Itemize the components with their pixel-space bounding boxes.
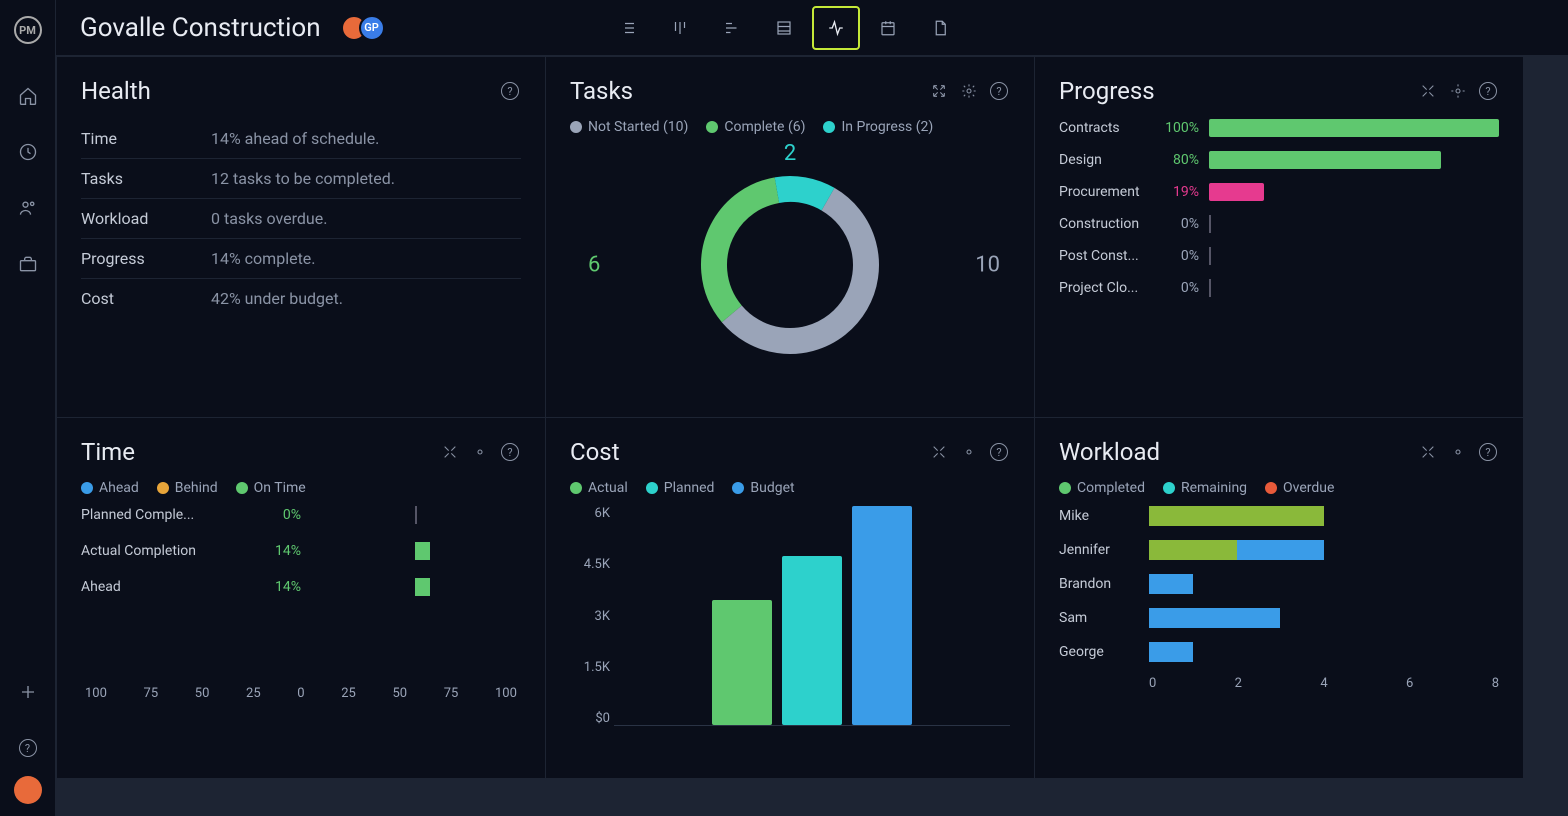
expand-button[interactable] bbox=[928, 441, 950, 463]
expand-button[interactable] bbox=[928, 80, 950, 102]
progress-row: Project Clo...0% bbox=[1059, 279, 1499, 297]
help-button[interactable]: ? bbox=[1477, 441, 1499, 463]
legend-item: Not Started (10) bbox=[570, 119, 688, 135]
panel-tasks: Tasks ? Not Started (10) Complete (6) In P… bbox=[546, 57, 1034, 417]
help-button[interactable]: ? bbox=[988, 441, 1010, 463]
progress-row: Post Const...0% bbox=[1059, 247, 1499, 265]
progress-row: Construction0% bbox=[1059, 215, 1499, 233]
workload-row: Sam bbox=[1059, 608, 1499, 628]
progress-row: Contracts100% bbox=[1059, 119, 1499, 137]
cost-bar-actual bbox=[712, 600, 772, 725]
settings-button[interactable] bbox=[958, 441, 980, 463]
app-logo[interactable]: PM bbox=[14, 16, 42, 44]
legend-item: Ahead bbox=[81, 480, 139, 496]
legend-item: Budget bbox=[732, 480, 794, 496]
tab-board[interactable] bbox=[656, 6, 704, 50]
tab-sheet[interactable] bbox=[760, 6, 808, 50]
health-row: Time14% ahead of schedule. bbox=[81, 119, 521, 159]
health-row: Progress14% complete. bbox=[81, 239, 521, 279]
panel-cost: Cost ? Actual Planned Budget 6K4.5K3K1.5K$… bbox=[546, 418, 1034, 778]
expand-button[interactable] bbox=[1417, 80, 1439, 102]
cost-bar-chart: 6K4.5K3K1.5K$0 bbox=[570, 506, 1010, 766]
legend-item: Complete (6) bbox=[706, 119, 805, 135]
project-title: Govalle Construction bbox=[80, 13, 321, 43]
home-icon[interactable] bbox=[8, 76, 48, 116]
help-button[interactable]: ? bbox=[1477, 80, 1499, 102]
workload-row: Mike bbox=[1059, 506, 1499, 526]
team-icon[interactable] bbox=[8, 188, 48, 228]
expand-button[interactable] bbox=[439, 441, 461, 463]
panel-title-time: Time bbox=[81, 438, 135, 466]
tab-calendar[interactable] bbox=[864, 6, 912, 50]
panel-title-cost: Cost bbox=[570, 438, 620, 466]
legend-item: In Progress (2) bbox=[823, 119, 933, 135]
legend-item: Completed bbox=[1059, 480, 1145, 496]
help-button[interactable]: ? bbox=[499, 80, 521, 102]
workload-row: Jennifer bbox=[1059, 540, 1499, 560]
panel-title-progress: Progress bbox=[1059, 77, 1155, 105]
progress-row: Procurement19% bbox=[1059, 183, 1499, 201]
settings-button[interactable] bbox=[469, 441, 491, 463]
user-avatar[interactable] bbox=[14, 776, 42, 804]
member-avatars[interactable]: GP bbox=[341, 15, 385, 41]
legend-item: Remaining bbox=[1163, 480, 1247, 496]
briefcase-icon[interactable] bbox=[8, 244, 48, 284]
settings-button[interactable] bbox=[1447, 441, 1469, 463]
expand-button[interactable] bbox=[1417, 441, 1439, 463]
panel-title-health: Health bbox=[81, 77, 151, 105]
workload-row: George bbox=[1059, 642, 1499, 662]
help-icon[interactable]: ? bbox=[8, 728, 48, 768]
cost-bar-planned bbox=[782, 556, 842, 725]
legend-item: Actual bbox=[570, 480, 628, 496]
clock-icon[interactable] bbox=[8, 132, 48, 172]
progress-row: Design80% bbox=[1059, 151, 1499, 169]
legend-item: On Time bbox=[236, 480, 306, 496]
help-button[interactable]: ? bbox=[499, 441, 521, 463]
tab-activity[interactable] bbox=[812, 6, 860, 50]
settings-button[interactable] bbox=[958, 80, 980, 102]
tasks-donut-chart: 2 10 6 bbox=[570, 145, 1010, 385]
panel-health: Health ? Time14% ahead of schedule.Tasks… bbox=[57, 57, 545, 417]
tab-list[interactable] bbox=[604, 6, 652, 50]
time-row: Ahead14% bbox=[81, 578, 521, 596]
add-icon[interactable] bbox=[8, 672, 48, 712]
help-button[interactable]: ? bbox=[988, 80, 1010, 102]
tab-docs[interactable] bbox=[916, 6, 964, 50]
panel-workload: Workload ? Completed Remaining Overdue Mik… bbox=[1035, 418, 1523, 778]
time-row: Actual Completion14% bbox=[81, 542, 521, 560]
panel-progress: Progress ? Contracts100% Design80% Procure… bbox=[1035, 57, 1523, 417]
workload-row: Brandon bbox=[1059, 574, 1499, 594]
topbar: Govalle Construction GP bbox=[56, 0, 1568, 56]
legend-item: Planned bbox=[646, 480, 715, 496]
time-row: Planned Comple...0% bbox=[81, 506, 521, 524]
sidebar: PM ? bbox=[0, 0, 56, 816]
health-row: Workload0 tasks overdue. bbox=[81, 199, 521, 239]
settings-button[interactable] bbox=[1447, 80, 1469, 102]
tab-gantt[interactable] bbox=[708, 6, 756, 50]
view-tabs bbox=[604, 6, 964, 50]
panel-title-workload: Workload bbox=[1059, 438, 1160, 466]
panel-time: Time ? Ahead Behind On Time Planned Comple… bbox=[57, 418, 545, 778]
health-row: Tasks12 tasks to be completed. bbox=[81, 159, 521, 199]
legend-item: Behind bbox=[157, 480, 218, 496]
health-row: Cost42% under budget. bbox=[81, 279, 521, 318]
legend-item: Overdue bbox=[1265, 480, 1334, 496]
cost-bar-budget bbox=[852, 506, 912, 725]
panel-title-tasks: Tasks bbox=[570, 77, 633, 105]
